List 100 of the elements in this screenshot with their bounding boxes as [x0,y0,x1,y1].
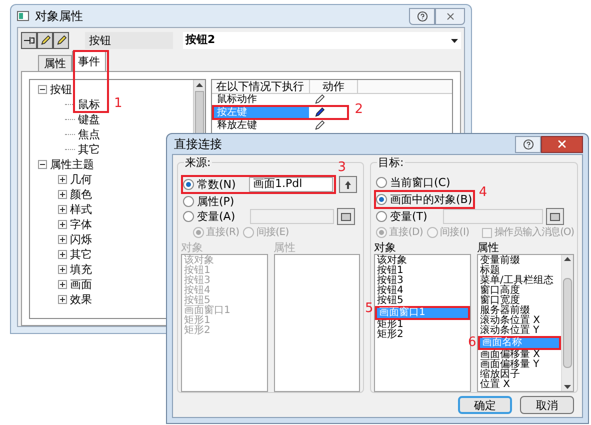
tree-item[interactable]: 样式 [70,203,92,216]
help-button[interactable] [409,8,435,24]
expand-icon[interactable] [58,250,67,259]
dialog-button[interactable]: 取消 [520,396,574,414]
list-item[interactable]: 位置 X [478,380,561,390]
close-icon [444,10,456,22]
scrollbar-thumb[interactable] [563,278,572,368]
expand-icon[interactable] [58,220,67,229]
tree-item[interactable]: 鼠标 [78,98,100,111]
group-label: 来源: [184,156,212,169]
tree-item[interactable]: 其它 [78,143,100,156]
pencil-icon [314,107,325,118]
pencil-icon [40,35,50,46]
list-item[interactable]: 画面偏移量 Y [478,360,561,370]
tab[interactable]: 属性 [38,55,72,71]
annotation-number: 4 [478,186,488,200]
expand-icon[interactable] [58,235,67,244]
list-item[interactable]: 缩放因子 [478,370,561,380]
annotation-number: 6 [468,336,476,350]
pin-button[interactable] [21,32,37,49]
scrollbar[interactable] [561,255,573,391]
event-row[interactable]: 释放左键 [214,120,347,131]
expand-icon[interactable] [58,295,67,304]
radio-button[interactable] [183,211,194,222]
list-item[interactable]: 按钮3 [375,276,470,286]
expand-icon[interactable] [58,205,67,214]
scroll-up-icon[interactable] [564,257,571,261]
tree-item[interactable]: 焦点 [78,128,100,141]
variable-field[interactable] [250,209,334,224]
annotation-number: 2 [354,103,363,117]
window-title: 对象属性 [35,8,83,25]
tree-item[interactable]: 填充 [70,263,92,276]
expand-icon[interactable] [58,280,67,289]
list-item[interactable]: 窗口宽度 [478,296,561,306]
browse-button[interactable] [546,208,564,225]
radio-label: 属性(P) [197,195,234,208]
dropdown-arrow-icon [451,38,458,42]
object-dropdown[interactable]: 按钮2 [182,32,461,49]
list-item[interactable]: 服务器前缀 [478,306,561,316]
radio-button[interactable] [183,196,194,207]
column-header[interactable]: 动作 [310,80,358,93]
tree-item[interactable]: 闪烁 [70,233,92,246]
expand-icon[interactable] [58,190,67,199]
scroll-down-icon[interactable] [564,385,571,389]
edit-button[interactable] [53,32,69,49]
close-button[interactable] [435,8,465,24]
list-item[interactable]: 按钮5 [375,296,470,306]
radio-label: 直接(D) [389,226,424,238]
tree-item[interactable]: 其它 [70,248,92,261]
radio-label: 变量(T) [390,210,428,223]
list-item[interactable]: 按钮4 [375,286,470,296]
expand-icon[interactable] [58,265,67,274]
list-box[interactable] [274,254,360,392]
tree-item[interactable]: 键盘 [78,113,100,126]
column-header[interactable]: 在以下情况下执行 [212,80,310,93]
list-item[interactable]: 菜单/工具栏组态 [478,276,561,286]
list-item[interactable]: 变量前缀 [478,256,561,266]
tree-item[interactable]: 按钮 [50,83,72,96]
tree-item[interactable]: 属性主题 [50,158,94,171]
folder-icon [341,212,351,221]
tree-item[interactable]: 颜色 [70,188,92,201]
tab[interactable]: 事件 [72,51,106,71]
radio-button[interactable] [376,177,387,188]
list-item[interactable]: 滚动条位置 X [478,316,561,326]
collapse-icon[interactable] [38,160,47,169]
pin-icon [24,36,34,45]
radio-button[interactable] [183,179,194,190]
list-item[interactable]: 按钮1 [375,266,470,276]
object-type-field: 按钮 [85,32,173,49]
radio-label: 间接(E) [256,226,289,238]
expand-icon[interactable] [58,175,67,184]
tree-item[interactable]: 字体 [70,218,92,231]
list-item[interactable]: 窗口高度 [478,286,561,296]
help-button[interactable] [515,136,541,152]
constant-field[interactable]: 画面1.Pdl [249,177,333,192]
radio-label: 常数(N) [197,178,237,191]
dialog-button[interactable]: 确定 [458,396,512,414]
list-item[interactable]: 标题 [478,266,561,276]
annotation-number: 3 [338,161,346,175]
list-label: 对象 [374,242,397,254]
group-label: 目标: [377,156,405,169]
annotation-number: 1 [114,97,122,111]
radio-button[interactable] [376,194,387,205]
list-item[interactable]: 矩形2 [375,330,470,340]
annotation-number: 5 [365,302,374,316]
collapse-icon[interactable] [38,85,47,94]
variable-field[interactable] [443,209,543,224]
tree-item[interactable]: 效果 [70,293,92,306]
pencil-icon [56,35,66,46]
event-row[interactable]: 鼠标动作 [214,94,347,105]
list-item[interactable]: 滚动条位置 Y [478,326,561,336]
edit-button[interactable] [37,32,53,49]
browse-button[interactable] [337,208,355,225]
list-item[interactable]: 该对象 [375,256,470,266]
tree-item[interactable]: 画面 [70,278,92,291]
tree-item[interactable]: 几何 [70,173,92,186]
radio-button[interactable] [376,211,387,222]
scroll-up-icon[interactable] [196,83,203,87]
picker-button[interactable] [339,176,357,193]
close-button[interactable] [541,136,583,152]
